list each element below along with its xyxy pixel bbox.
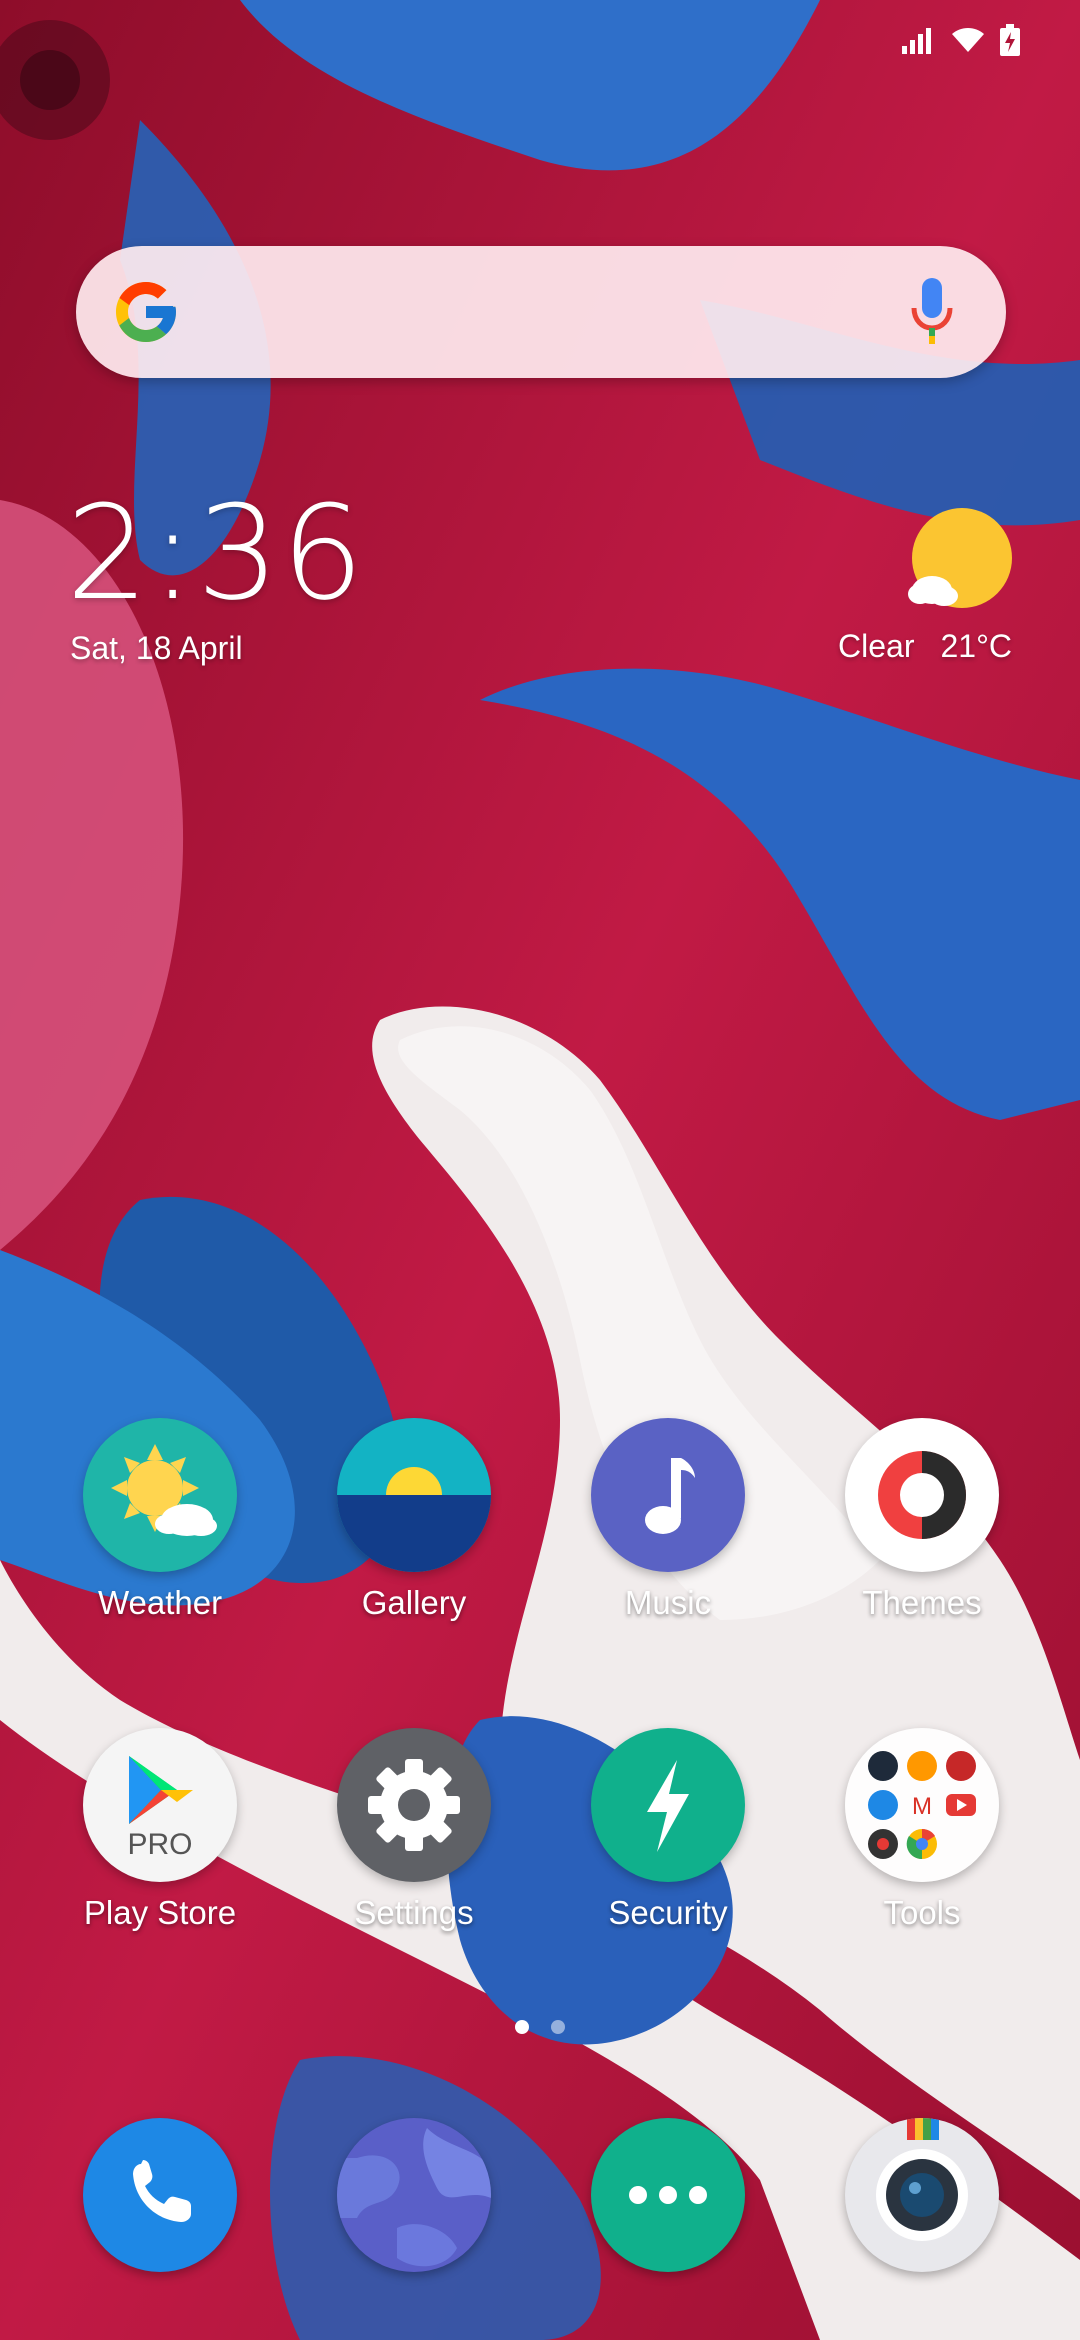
- themes-icon: [845, 1418, 999, 1572]
- security-icon: [591, 1728, 745, 1882]
- sun-cloud-icon[interactable]: [906, 506, 1012, 612]
- tools-folder-icon: M: [845, 1728, 999, 1882]
- page-dot-1[interactable]: [515, 2020, 529, 2034]
- play-store-icon: PRO: [83, 1728, 237, 1882]
- signal-icon: [902, 26, 936, 54]
- weather-temperature: 21°C: [940, 628, 1013, 664]
- clock-time[interactable]: 2:36: [66, 488, 366, 618]
- weather-condition: Clear: [838, 628, 915, 664]
- app-label: Tools: [883, 1894, 961, 1931]
- browser-icon[interactable]: [337, 2118, 491, 2272]
- app-music[interactable]: Music: [558, 1418, 778, 1622]
- app-gallery[interactable]: Gallery: [304, 1418, 524, 1622]
- app-themes[interactable]: Themes: [812, 1418, 1032, 1622]
- clock-date[interactable]: Sat, 18 April: [70, 630, 243, 667]
- app-security[interactable]: Security: [558, 1728, 778, 1932]
- app-label: Play Store: [83, 1894, 237, 1931]
- status-bar: [902, 24, 1020, 56]
- pro-badge: PRO: [127, 1828, 193, 1861]
- mic-icon[interactable]: [910, 276, 954, 346]
- app-weather[interactable]: Weather: [50, 1418, 270, 1622]
- battery-icon: [1000, 24, 1020, 56]
- svg-text:M: M: [912, 1793, 932, 1820]
- app-label: Settings: [354, 1894, 474, 1931]
- app-label: Music: [624, 1584, 712, 1621]
- app-label: Weather: [97, 1584, 223, 1621]
- page-dot-2[interactable]: [551, 2020, 565, 2034]
- weather-icon: [83, 1418, 237, 1572]
- settings-icon: [337, 1728, 491, 1882]
- app-play-store[interactable]: PRO Play Store: [50, 1728, 270, 1932]
- messaging-icon[interactable]: [591, 2118, 745, 2272]
- google-search-bar[interactable]: [76, 246, 1006, 378]
- gallery-icon: [337, 1418, 491, 1572]
- page-indicator: [0, 2020, 1080, 2034]
- wifi-icon: [950, 26, 986, 54]
- app-label: Themes: [862, 1584, 982, 1621]
- app-label: Security: [608, 1894, 728, 1931]
- weather-summary[interactable]: Clear 21°C: [838, 628, 1012, 665]
- app-tools-folder[interactable]: M Tools: [812, 1728, 1032, 1932]
- app-label: Gallery: [361, 1584, 467, 1621]
- google-g-logo: [116, 282, 176, 342]
- phone-icon[interactable]: [83, 2118, 237, 2272]
- app-settings[interactable]: Settings: [304, 1728, 524, 1932]
- music-icon: [591, 1418, 745, 1572]
- camera-icon[interactable]: [845, 2118, 999, 2272]
- home-screen: 2:36 Sat, 18 April Clear 21°C Weather Ga…: [0, 0, 1080, 2340]
